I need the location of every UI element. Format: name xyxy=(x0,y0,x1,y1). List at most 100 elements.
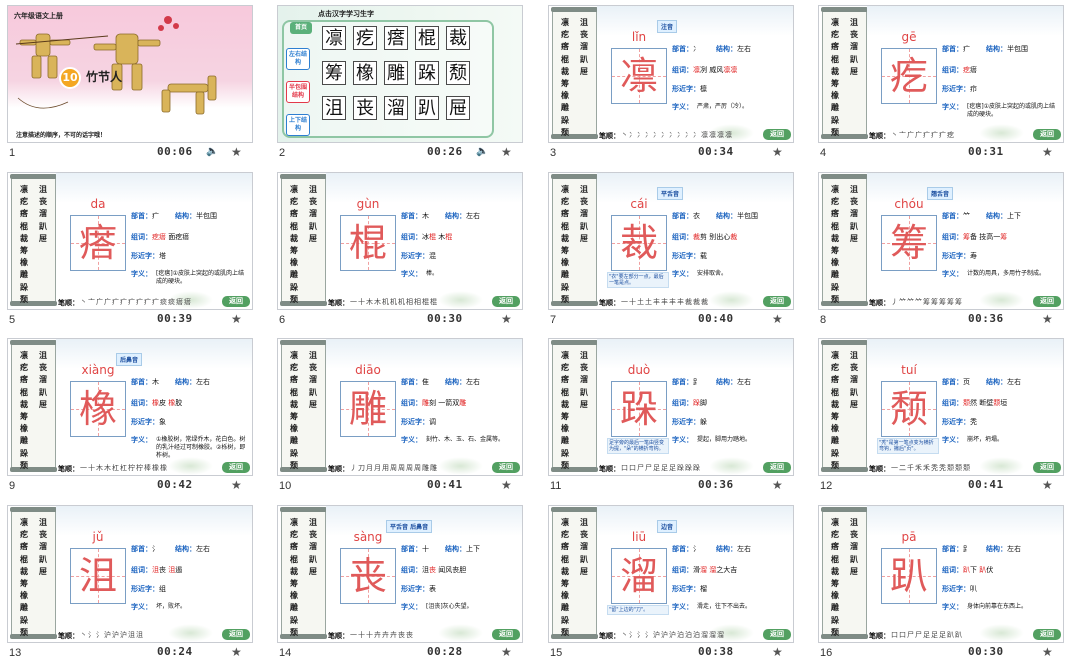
scroll-char[interactable]: 沮 xyxy=(36,516,50,528)
slide-preview[interactable]: 凛疙瘩棍裁筹橡雕跺颓沮丧溜趴屉 chóu 筹翘舌音 部首：⺮ 结构：上下 组词：筹备 技高… xyxy=(818,172,1064,310)
slide-thumbnail-7[interactable]: 凛疙瘩棍裁筹橡雕跺颓沮丧溜趴屉 cái 裁平舌音 部首：衣 结构：半包围 组词：裁剪 别出… xyxy=(541,167,803,330)
scroll-char[interactable]: 颓 xyxy=(287,626,301,638)
scroll-char[interactable]: 筹 xyxy=(17,410,31,422)
star-icon[interactable]: ★ xyxy=(501,645,512,659)
scroll-char[interactable]: 丧 xyxy=(306,195,320,207)
scroll-char[interactable]: 雕 xyxy=(17,268,31,280)
scroll-char[interactable]: 溜 xyxy=(847,373,861,385)
slide-thumbnail-12[interactable]: 凛疙瘩棍裁筹橡雕跺颓沮丧溜趴屉 tuí 颓部首：页 结构：左右 组词：颓然 断壁颓垣 形近… xyxy=(811,333,1066,496)
char-button-跺[interactable]: 跺 xyxy=(415,61,439,85)
scroll-char[interactable]: 屉 xyxy=(577,398,591,410)
slide-preview[interactable]: 点击汉字学习生字 首页 左右结构 半包围结构 上下结构 凛疙瘩棍裁筹橡雕跺颓沮丧溜趴屉 xyxy=(277,5,523,143)
scroll-char[interactable]: 沮 xyxy=(36,349,50,361)
scroll-char[interactable]: 筹 xyxy=(828,410,842,422)
char-button-筹[interactable]: 筹 xyxy=(322,61,346,85)
scroll-char[interactable]: 溜 xyxy=(36,207,50,219)
scroll-char[interactable]: 橡 xyxy=(17,589,31,601)
scroll-char[interactable]: 屉 xyxy=(577,232,591,244)
slide-preview[interactable]: 凛疙瘩棍裁筹橡雕跺颓沮丧溜趴屉 liū 溜边音 部首：氵 结构：左右 组词：滑溜 溜之大吉… xyxy=(548,505,794,643)
scroll-char[interactable]: 疙 xyxy=(287,361,301,373)
scroll-char[interactable]: 丧 xyxy=(847,361,861,373)
scroll-char[interactable]: 橡 xyxy=(558,256,572,268)
scroll-char[interactable]: 跺 xyxy=(17,447,31,459)
star-icon[interactable]: ★ xyxy=(231,312,242,326)
slide-thumbnail-9[interactable]: 凛疙瘩棍裁筹橡雕跺颓沮丧溜趴屉 xiàng 橡后鼻音 部首：木 结构：左右 组词：橡皮 橡… xyxy=(0,333,262,496)
slide-preview[interactable]: 凛疙瘩棍裁筹橡雕跺颓沮丧溜趴屉 duò 跺部首：⻊ 结构：左右 组词：跺脚 形近字：躲 字义… xyxy=(548,338,794,476)
slide-thumbnail-13[interactable]: 凛疙瘩棍裁筹橡雕跺颓沮丧溜趴屉 jǔ 沮部首：氵 结构：左右 组词：沮丧 沮遏 形近字：组… xyxy=(0,500,262,663)
scroll-char[interactable]: 橡 xyxy=(828,589,842,601)
scroll-char[interactable]: 颓 xyxy=(17,293,31,305)
scroll-char[interactable]: 丧 xyxy=(306,528,320,540)
scroll-char[interactable]: 裁 xyxy=(828,398,842,410)
home-label[interactable]: 首页 xyxy=(290,22,312,34)
scroll-char[interactable]: 裁 xyxy=(17,565,31,577)
scroll-char[interactable]: 颓 xyxy=(558,293,572,305)
slide-preview[interactable]: 凛疙瘩棍裁筹橡雕跺颓沮丧溜趴屉 sàng 丧平舌音 后鼻音 部首：十 结构：上下 组词：沮… xyxy=(277,505,523,643)
scroll-char[interactable]: 棍 xyxy=(17,220,31,232)
scroll-char[interactable]: 屉 xyxy=(306,232,320,244)
scroll-char[interactable]: 跺 xyxy=(287,281,301,293)
scroll-char[interactable]: 筹 xyxy=(17,244,31,256)
scroll-char[interactable]: 瘩 xyxy=(558,540,572,552)
scroll-char[interactable]: 裁 xyxy=(558,232,572,244)
scroll-char[interactable]: 棍 xyxy=(558,553,572,565)
back-button[interactable]: 返回 xyxy=(763,296,791,307)
scroll-char[interactable]: 棍 xyxy=(17,553,31,565)
scroll-char[interactable]: 沮 xyxy=(577,516,591,528)
star-icon[interactable]: ★ xyxy=(231,645,242,659)
char-button-雕[interactable]: 雕 xyxy=(384,61,408,85)
scroll-char[interactable]: 疙 xyxy=(828,28,842,40)
star-icon[interactable]: ★ xyxy=(231,478,242,492)
scroll-char[interactable]: 雕 xyxy=(828,268,842,280)
scroll-char[interactable]: 丧 xyxy=(847,28,861,40)
scroll-char[interactable]: 筹 xyxy=(287,244,301,256)
scroll-char[interactable]: 凛 xyxy=(287,183,301,195)
scroll-char[interactable]: 凛 xyxy=(17,349,31,361)
scroll-char[interactable]: 凛 xyxy=(558,183,572,195)
scroll-char[interactable]: 丧 xyxy=(577,528,591,540)
scroll-char[interactable]: 沮 xyxy=(577,349,591,361)
scroll-char[interactable]: 颓 xyxy=(558,626,572,638)
scroll-char[interactable]: 屉 xyxy=(306,398,320,410)
scroll-char[interactable]: 雕 xyxy=(558,434,572,446)
scroll-char[interactable]: 跺 xyxy=(558,281,572,293)
slide-thumbnail-10[interactable]: 凛疙瘩棍裁筹橡雕跺颓沮丧溜趴屉 diāo 雕部首：隹 结构：左右 组词：雕刻 一箭双雕形… xyxy=(270,333,532,496)
slide-preview[interactable]: 凛疙瘩棍裁筹橡雕跺颓沮丧溜趴屉 gē 疙部首：疒 结构：半包围 组词：疙瘩 形近字：疖 字义… xyxy=(818,5,1064,143)
scroll-char[interactable]: 棍 xyxy=(287,553,301,565)
scroll-char[interactable]: 凛 xyxy=(828,516,842,528)
scroll-char[interactable]: 溜 xyxy=(847,540,861,552)
scroll-char[interactable]: 疙 xyxy=(287,195,301,207)
scroll-char[interactable]: 棍 xyxy=(828,220,842,232)
scroll-char[interactable]: 沮 xyxy=(577,16,591,28)
scroll-char[interactable]: 瘩 xyxy=(558,373,572,385)
scroll-char[interactable]: 沮 xyxy=(847,16,861,28)
scroll-char[interactable]: 棍 xyxy=(558,386,572,398)
scroll-char[interactable]: 沮 xyxy=(847,349,861,361)
scroll-char[interactable]: 趴 xyxy=(306,386,320,398)
scroll-char[interactable]: 屉 xyxy=(36,398,50,410)
char-button-凛[interactable]: 凛 xyxy=(322,26,346,50)
star-icon[interactable]: ★ xyxy=(772,645,783,659)
scroll-char[interactable]: 裁 xyxy=(287,565,301,577)
scroll-char[interactable]: 橡 xyxy=(828,89,842,101)
scroll-char[interactable]: 沮 xyxy=(306,516,320,528)
scroll-char[interactable]: 溜 xyxy=(36,540,50,552)
scroll-char[interactable]: 溜 xyxy=(306,373,320,385)
char-button-颓[interactable]: 颓 xyxy=(446,61,470,85)
scroll-char[interactable]: 屉 xyxy=(847,232,861,244)
scroll-char[interactable]: 颓 xyxy=(828,126,842,138)
scroll-char[interactable]: 疙 xyxy=(828,528,842,540)
scroll-char[interactable]: 沮 xyxy=(577,183,591,195)
scroll-char[interactable]: 疙 xyxy=(828,195,842,207)
scroll-char[interactable]: 凛 xyxy=(558,516,572,528)
scroll-char[interactable]: 丧 xyxy=(36,195,50,207)
scroll-char[interactable]: 疙 xyxy=(828,361,842,373)
scroll-char[interactable]: 瘩 xyxy=(828,40,842,52)
scroll-char[interactable]: 瘩 xyxy=(828,207,842,219)
scroll-char[interactable]: 趴 xyxy=(847,220,861,232)
scroll-char[interactable]: 裁 xyxy=(558,398,572,410)
scroll-char[interactable]: 雕 xyxy=(558,601,572,613)
char-button-趴[interactable]: 趴 xyxy=(415,96,439,120)
scroll-char[interactable]: 棍 xyxy=(287,220,301,232)
star-icon[interactable]: ★ xyxy=(1042,645,1053,659)
